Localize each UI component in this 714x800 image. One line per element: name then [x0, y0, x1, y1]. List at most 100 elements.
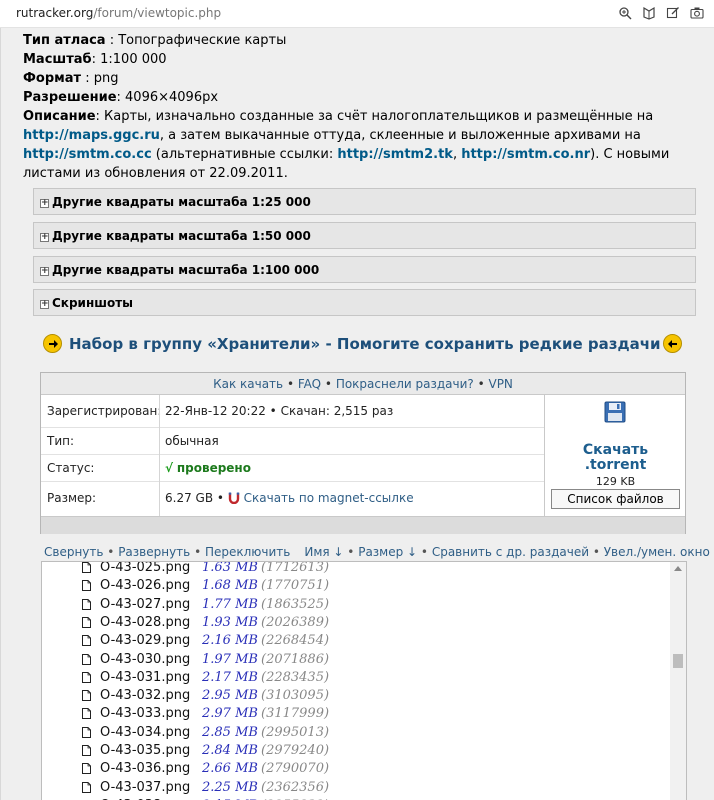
file-size: 1.63 MB	[202, 561, 258, 575]
file-name[interactable]: O-43-029.png	[100, 633, 190, 648]
download-panel: Скачать .torrent 129 KB Список файлов	[544, 395, 685, 516]
spoiler-1-25000[interactable]: + Другие квадраты масштаба 1:25 000	[33, 188, 696, 215]
file-size: 1.93 MB	[202, 614, 258, 630]
expand-plus-icon: +	[40, 266, 49, 276]
file-name[interactable]: O-43-033.png	[100, 706, 190, 721]
format-label: Формат	[23, 71, 82, 86]
how-to-download-link[interactable]: Как качать	[213, 377, 283, 391]
description-separator: ,	[452, 147, 462, 162]
size-value: 6.27 GB	[165, 491, 214, 505]
toggle-link[interactable]: Переключить	[205, 545, 290, 559]
registered-row: Зарегистрирован: 22-Янв-12 20:22 • Скача…	[41, 395, 544, 428]
description-text-1: : Карты, изначально созданные за счёт на…	[95, 109, 654, 124]
url-host: rutracker.org	[16, 6, 94, 20]
address-bar[interactable]: rutracker.org/forum/viewtopic.php	[0, 0, 714, 28]
url-path: /forum/viewtopic.php	[93, 6, 222, 20]
controls-separator: •	[589, 545, 604, 559]
download-line-2[interactable]: .torrent	[585, 457, 647, 473]
link-maps-ggc[interactable]: http://maps.ggc.ru	[23, 128, 160, 143]
link-smtm-co-nr[interactable]: http://smtm.co.nr	[461, 147, 590, 162]
torrent-info-box: Как качать • FAQ • Покраснели раздачи? •…	[40, 372, 686, 534]
file-icon	[82, 763, 91, 775]
scale-label: Масштаб	[23, 52, 92, 67]
torrent-box-footer	[41, 516, 685, 534]
file-name[interactable]: O-43-030.png	[100, 652, 190, 667]
arrow-left-icon	[663, 334, 682, 353]
file-name[interactable]: O-43-035.png	[100, 743, 190, 758]
guardians-banner-text[interactable]: Набор в группу «Хранители» - Помогите со…	[69, 335, 661, 353]
red-torrents-link[interactable]: Покраснели раздачи?	[336, 377, 474, 391]
size-label: Размер:	[47, 491, 97, 505]
spoiler-label: Другие квадраты масштаба 1:100 000	[52, 263, 320, 277]
floppy-disk-icon[interactable]	[604, 401, 626, 423]
compare-link[interactable]: Сравнить с др. раздачей	[432, 545, 589, 559]
links-separator: •	[283, 377, 298, 391]
links-separator: •	[321, 377, 336, 391]
file-name[interactable]: O-43-036.png	[100, 761, 190, 776]
url[interactable]: rutracker.org/forum/viewtopic.php	[16, 6, 221, 20]
file-name[interactable]: O-43-032.png	[100, 688, 190, 703]
type-value: обычная	[165, 434, 219, 448]
file-bytes: (2995013)	[261, 724, 330, 740]
file-bytes: (2026389)	[261, 614, 330, 630]
scroll-up-icon[interactable]	[674, 566, 682, 571]
faq-link[interactable]: FAQ	[298, 377, 321, 391]
checkmark-icon: √	[165, 461, 174, 475]
file-size: 1.97 MB	[202, 651, 258, 667]
magnet-icon	[228, 492, 240, 507]
file-list-scrollbar[interactable]	[670, 562, 686, 800]
sort-by-name-link[interactable]: Имя ↓	[304, 545, 343, 559]
spoiler-1-100000[interactable]: + Другие квадраты масштаба 1:100 000	[33, 256, 696, 283]
description-paragraph: Описание: Карты, изначально созданные за…	[23, 107, 703, 183]
file-size: 2.17 MB	[202, 669, 258, 685]
file-bytes: (1770751)	[261, 578, 330, 594]
file-name[interactable]: O-43-026.png	[100, 578, 190, 593]
size-row: Размер: 6.27 GB • Скачать по magnet-ссыл…	[41, 482, 544, 516]
zoom-icon[interactable]	[616, 4, 634, 22]
file-list-button[interactable]: Список файлов	[551, 489, 680, 509]
expand-link[interactable]: Развернуть	[118, 545, 190, 559]
magnet-link[interactable]: Скачать по magnet-ссылке	[244, 491, 414, 505]
file-name[interactable]: O-43-028.png	[100, 615, 190, 630]
file-list[interactable]: O-43-025.png 1.63 MB (1712613) O-43-026.png…	[41, 561, 687, 800]
edit-icon[interactable]	[664, 4, 682, 22]
file-name[interactable]: O-43-034.png	[100, 725, 190, 740]
controls-separator: •	[417, 545, 432, 559]
collapse-link[interactable]: Свернуть	[44, 545, 103, 559]
vpn-link[interactable]: VPN	[488, 377, 512, 391]
file-name[interactable]: O-43-037.png	[100, 780, 190, 795]
file-name[interactable]: O-43-025.png	[100, 562, 190, 575]
spoiler-1-50000[interactable]: + Другие квадраты масштаба 1:50 000	[33, 222, 696, 249]
resize-window-link[interactable]: Увел./умен. окно	[604, 545, 710, 559]
file-size: 2.85 MB	[202, 724, 258, 740]
file-size: 2.16 MB	[202, 633, 258, 649]
file-bytes: (2362356)	[261, 779, 330, 795]
release-description: Тип атласа : Топографические карты Масшт…	[23, 31, 703, 183]
file-bytes: (2071886)	[261, 651, 330, 667]
torrent-help-links: Как качать • FAQ • Покраснели раздачи? •…	[41, 373, 685, 395]
description-text-2: , а затем выкачанные оттуда, склеенные и…	[159, 128, 641, 143]
atlas-type-label: Тип атласа	[23, 33, 106, 48]
torrent-file-size: 129 KB	[595, 475, 636, 488]
type-label: Тип:	[47, 434, 75, 448]
read-mode-icon[interactable]	[640, 4, 658, 22]
download-torrent-link[interactable]: Скачать .torrent	[545, 443, 686, 473]
link-smtm-co-cc[interactable]: http://smtm.co.cc	[23, 147, 152, 162]
link-smtm2-tk[interactable]: http://smtm2.tk	[337, 147, 453, 162]
download-line-1[interactable]: Скачать	[583, 442, 648, 458]
guardians-banner[interactable]: Набор в группу «Хранители» - Помогите со…	[41, 332, 686, 358]
scroll-thumb[interactable]	[673, 654, 683, 668]
file-icon	[82, 726, 91, 738]
file-icon	[82, 708, 91, 720]
registered-label: Зарегистрирован:	[47, 404, 162, 418]
file-size: 1.77 MB	[202, 596, 258, 612]
status-value: √ проверено	[165, 461, 251, 475]
resolution-value: : 4096×4096px	[116, 90, 219, 105]
file-name[interactable]: O-43-027.png	[100, 597, 190, 612]
file-icon	[82, 635, 91, 647]
spoiler-screenshots[interactable]: + Скриншоты	[33, 289, 696, 316]
camera-icon[interactable]	[688, 4, 706, 22]
downloads-count: • Скачан: 2,515 раз	[265, 404, 394, 418]
file-name[interactable]: O-43-031.png	[100, 670, 190, 685]
sort-by-size-link[interactable]: Размер ↓	[358, 545, 417, 559]
